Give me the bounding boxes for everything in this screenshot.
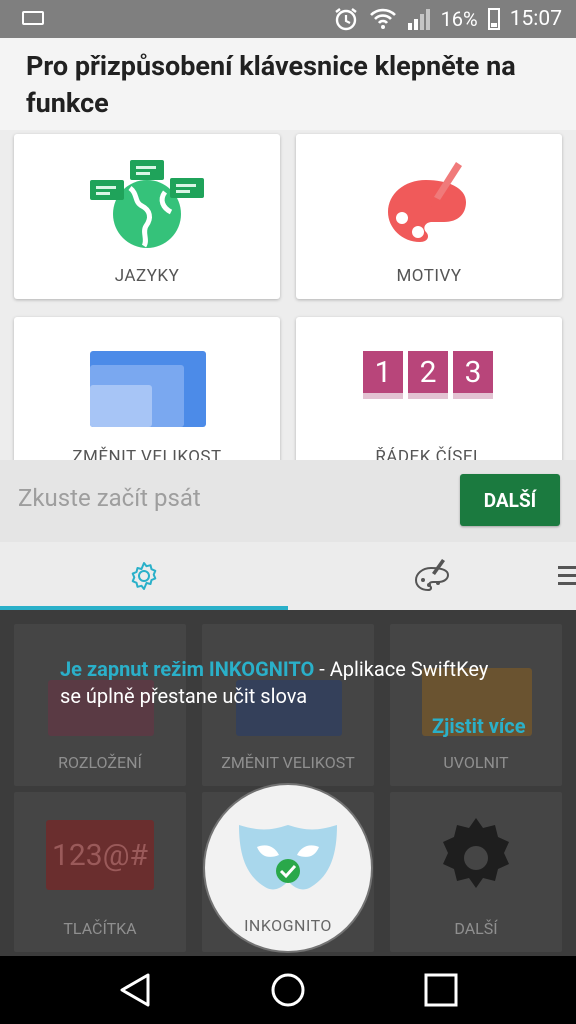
- settings-icon[interactable]: [128, 560, 160, 592]
- buttons-icon: 123@#: [46, 820, 154, 890]
- battery-icon: [487, 8, 500, 30]
- try-typing-input[interactable]: Zkuste začít psát: [18, 484, 201, 512]
- page-title: Pro přizpůsobení klávesnice klepněte na …: [26, 50, 516, 119]
- panel-item-label: UVOLNIT: [443, 753, 509, 772]
- number-key: 3: [453, 351, 493, 393]
- status-icons: 16% 15:07: [333, 0, 562, 38]
- back-icon[interactable]: [118, 972, 152, 1008]
- palette-icon: [388, 162, 466, 242]
- status-bar: 16% 15:07: [0, 0, 576, 38]
- home-icon[interactable]: [270, 972, 306, 1008]
- recents-icon[interactable]: [424, 973, 458, 1007]
- feature-label: MOTIVY: [396, 266, 462, 286]
- next-button[interactable]: DALŠÍ: [460, 474, 560, 526]
- languages-icon: [90, 160, 204, 248]
- gear-icon: [443, 818, 509, 888]
- themes-palette-icon[interactable]: [414, 558, 452, 592]
- incognito-message: Je zapnut režim INKOGNITO - Aplikace Swi…: [60, 656, 500, 710]
- resize-icon: [90, 351, 206, 427]
- incognito-mask-icon: [239, 825, 337, 890]
- panel-item-label: TLAČÍTKA: [63, 919, 137, 938]
- panel-item-label: DALŠÍ: [454, 919, 498, 938]
- number-key: 2: [408, 351, 448, 393]
- panel-item-label: ROZLOŽENÍ: [58, 753, 142, 772]
- number-row-icon: 1 2 3: [363, 351, 493, 393]
- number-key: 1: [363, 351, 403, 393]
- feature-card-themes[interactable]: MOTIVY: [296, 134, 562, 299]
- panel-item-label: ZMĚNIT VELIKOST: [221, 753, 355, 772]
- keyboard-toolbar: [0, 542, 576, 610]
- clock: 15:07: [509, 7, 562, 31]
- menu-icon[interactable]: [558, 564, 576, 588]
- signal-icon: [407, 9, 430, 30]
- alarm-icon: [334, 8, 357, 31]
- feature-card-resize[interactable]: ZMĚNIT VELIKOST: [14, 317, 280, 467]
- feature-card-number-row[interactable]: 1 2 3 ŘÁDEK ČÍSEL: [296, 317, 562, 467]
- incognito-message-highlight: Je zapnut režim INKOGNITO: [60, 657, 315, 681]
- feature-card-languages[interactable]: JAZYKY: [14, 134, 280, 299]
- learn-more-link[interactable]: Zjistit více: [432, 714, 526, 738]
- feature-label: JAZYKY: [114, 266, 180, 286]
- navigation-bar: [0, 956, 576, 1024]
- wifi-icon: [369, 8, 396, 29]
- battery-percent: 16%: [440, 7, 478, 31]
- incognito-label: INKOGNITO: [244, 916, 332, 935]
- panel-item-more[interactable]: DALŠÍ: [390, 792, 562, 952]
- keyboard-icon: [22, 11, 44, 25]
- panel-item-buttons[interactable]: 123@# TLAČÍTKA: [14, 792, 186, 952]
